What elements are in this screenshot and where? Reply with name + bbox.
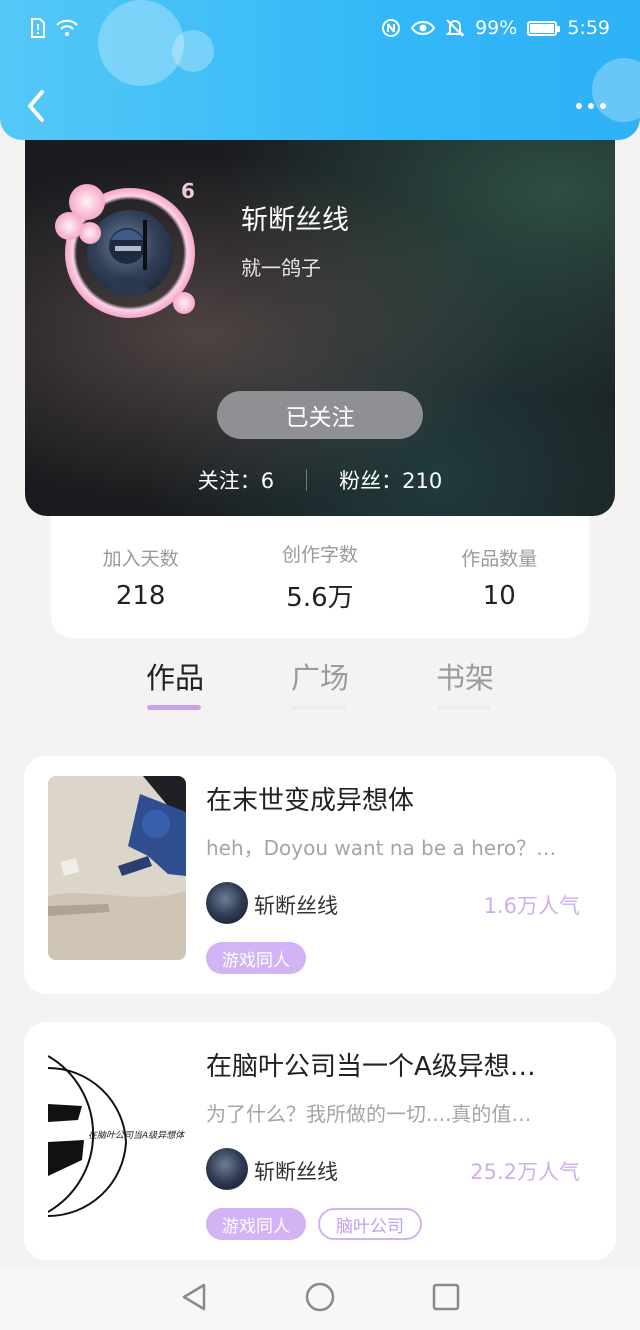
stats-card: 加入天数 218 创作字数 5.6万 作品数量 10: [51, 516, 589, 638]
eye-comfort-icon: [411, 19, 436, 37]
tab-works[interactable]: 作品: [120, 655, 230, 710]
following-link[interactable]: 关注：6: [198, 465, 274, 495]
work-cover-image: 在脑叶公司当A级异想体: [48, 1042, 186, 1226]
stat-join-days: 加入天数 218: [61, 544, 221, 611]
mute-icon: [445, 18, 465, 38]
tab-label: 广场: [290, 661, 349, 695]
author-name: 斩断丝线: [254, 894, 338, 918]
avatar-image: [87, 210, 173, 296]
tag-badge[interactable]: 游戏同人: [206, 1208, 306, 1240]
back-button[interactable]: [20, 86, 52, 126]
chevron-left-icon: [28, 90, 44, 122]
stat-label: 创作字数: [281, 544, 358, 566]
tab-bookshelf[interactable]: 书架: [410, 655, 520, 710]
flower-decoration: [79, 222, 101, 244]
followers-count: 210: [402, 469, 443, 493]
more-button[interactable]: [576, 96, 612, 116]
author-name: 斩断丝线: [254, 1160, 338, 1184]
followers-link[interactable]: 粉丝：210: [339, 465, 442, 495]
stat-word-count: 创作字数 5.6万: [240, 540, 400, 614]
work-tags: 游戏同人: [206, 942, 306, 974]
following-count: 6: [260, 469, 275, 493]
tab-indicator: [147, 705, 201, 710]
work-card[interactable]: 在末世变成异想体 heh，Doyou want na be a hero？… 斩…: [24, 756, 616, 994]
work-title: 在脑叶公司当一个A级异想…: [206, 1052, 536, 1082]
status-bar: 99% 5:59: [0, 0, 640, 56]
tab-indicator: [292, 705, 346, 710]
author-avatar: [206, 882, 248, 924]
recents-square-icon[interactable]: [432, 1283, 460, 1315]
more-dots-icon: [576, 103, 582, 109]
tab-indicator: [437, 705, 491, 710]
follow-stats: 关注：6 粉丝：210: [25, 462, 615, 498]
stat-label: 加入天数: [102, 547, 179, 570]
profile-motto: 就一鸽子: [241, 256, 321, 280]
system-nav-bar: [0, 1268, 640, 1330]
divider: [306, 469, 308, 491]
work-tags: 游戏同人 脑叶公司: [206, 1208, 422, 1240]
tag-badge[interactable]: 脑叶公司: [318, 1208, 422, 1240]
profile-username: 斩断丝线: [241, 205, 349, 236]
work-cover-image: [48, 776, 186, 960]
wifi-icon: [56, 19, 78, 37]
more-dot: [588, 103, 594, 109]
work-popularity: 25.2万人气: [470, 1160, 580, 1184]
more-dot: [600, 103, 606, 109]
back-triangle-icon[interactable]: [180, 1282, 208, 1316]
profile-card: 6 斩断丝线 就一鸽子 已关注 关注：6 粉丝：210: [25, 110, 615, 516]
stat-works-count: 作品数量 10: [419, 544, 579, 611]
battery-icon: [527, 20, 561, 36]
stat-value: 10: [482, 580, 516, 611]
tab-square[interactable]: 广场: [265, 655, 375, 710]
tab-label: 书架: [435, 661, 494, 695]
flower-decoration: [173, 292, 195, 314]
tag-badge[interactable]: 游戏同人: [206, 942, 306, 974]
avatar[interactable]: 6: [55, 178, 205, 328]
app-header: 99% 5:59: [0, 0, 640, 140]
follow-button[interactable]: 已关注: [217, 391, 423, 439]
work-card[interactable]: 在脑叶公司当A级异想体 在脑叶公司当一个A级异想… 为了什么？我所做的一切...…: [24, 1022, 616, 1260]
profile-tabs: 作品 广场 书架: [100, 655, 540, 715]
home-circle-icon[interactable]: [304, 1281, 336, 1317]
work-popularity: 1.6万人气: [483, 894, 580, 918]
nfc-icon: [381, 18, 401, 38]
battery-percent: 99%: [475, 17, 518, 39]
following-label: 关注：: [197, 469, 261, 493]
cover-title: 在脑叶公司当A级异想体: [88, 1131, 185, 1141]
work-description: 为了什么？我所做的一切....真的值…: [206, 1102, 532, 1126]
tab-label: 作品: [145, 661, 204, 695]
work-title: 在末世变成异想体: [206, 786, 415, 816]
stat-value: 5.6万: [286, 583, 354, 613]
clock: 5:59: [567, 17, 610, 39]
followers-label: 粉丝：: [339, 469, 403, 493]
author-avatar: [206, 1148, 248, 1190]
work-description: heh，Doyou want na be a hero？…: [206, 836, 557, 860]
stat-value: 218: [115, 580, 166, 611]
sim-alert-icon: [30, 18, 46, 38]
level-badge: 6: [181, 179, 195, 203]
stat-label: 作品数量: [461, 547, 538, 570]
